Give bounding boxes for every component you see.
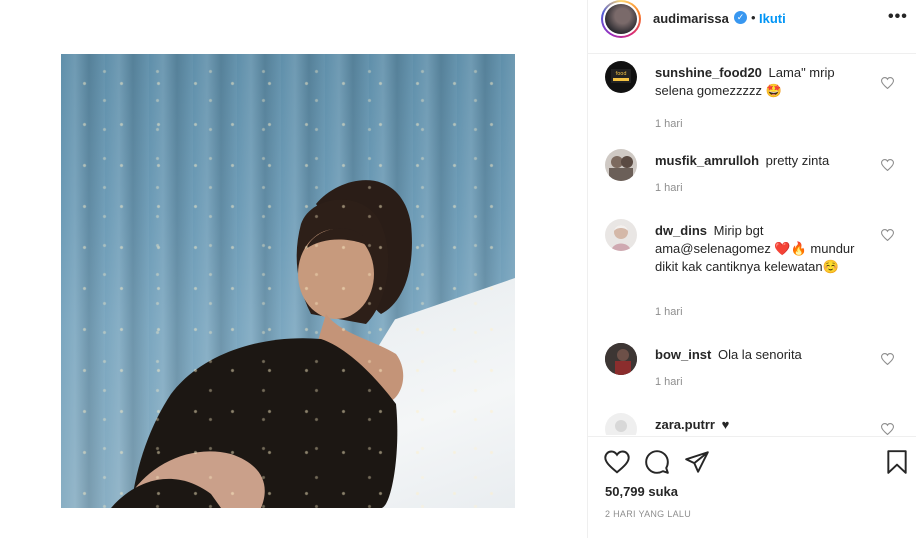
- commenter-username[interactable]: bow_inst: [655, 347, 711, 362]
- photo-sparkles: [61, 54, 515, 508]
- comment-like-heart-icon[interactable]: [881, 159, 894, 171]
- comment-text: Ola la senorita: [717, 347, 802, 362]
- comment-time[interactable]: 1 hari: [655, 376, 683, 388]
- heart-icon[interactable]: [604, 449, 630, 475]
- more-options-icon[interactable]: •••: [888, 8, 908, 26]
- comment-time[interactable]: 1 hari: [655, 118, 683, 130]
- commenter-avatar[interactable]: [605, 219, 637, 251]
- comment-text-block: dw_dins Mirip bgt ama@selenagomez ❤️🔥 mu…: [655, 222, 870, 276]
- post-actions-section: 50,799 suka 2 HARI YANG LALU: [588, 436, 916, 538]
- comment-bubble-icon[interactable]: [644, 449, 670, 475]
- post-header: audimarissa ✓ • Ikuti •••: [588, 0, 916, 54]
- comment-text: pretty zinta: [765, 153, 830, 168]
- commenter-avatar[interactable]: [605, 343, 637, 375]
- comment-text-block: bow_inst Ola la senorita: [655, 346, 870, 364]
- comment-like-heart-icon[interactable]: [881, 229, 894, 241]
- comment-like-heart-icon[interactable]: [881, 77, 894, 89]
- paper-plane-icon[interactable]: [684, 449, 710, 475]
- likes-count[interactable]: 50,799 suka: [605, 484, 678, 499]
- follow-button[interactable]: Ikuti: [759, 11, 786, 26]
- post-date[interactable]: 2 HARI YANG LALU: [605, 509, 691, 519]
- comment-like-heart-icon[interactable]: [881, 353, 894, 365]
- commenter-username[interactable]: sunshine_food20: [655, 65, 762, 80]
- commenter-username[interactable]: musfik_amrulloh: [655, 153, 759, 168]
- bookmark-icon[interactable]: [884, 449, 910, 475]
- header-separator: •: [751, 10, 756, 25]
- comment-time[interactable]: 1 hari: [655, 306, 683, 318]
- commenter-username[interactable]: zara.putrr: [655, 417, 715, 432]
- commenter-avatar[interactable]: [605, 413, 637, 435]
- comment-text-block: zara.putrr ♥: [655, 416, 870, 434]
- commenter-avatar[interactable]: food: [605, 61, 637, 93]
- svg-text:food: food: [615, 71, 626, 77]
- comment-time[interactable]: 1 hari: [655, 182, 683, 194]
- author-avatar[interactable]: [601, 0, 641, 38]
- comment-like-heart-icon[interactable]: [881, 423, 894, 435]
- post-details-panel: audimarissa ✓ • Ikuti ••• food sunshine_…: [587, 0, 916, 538]
- commenter-avatar[interactable]: [605, 149, 637, 181]
- comment-text: ♥: [721, 417, 730, 432]
- comment-text-block: musfik_amrulloh pretty zinta: [655, 152, 870, 170]
- comments-list[interactable]: food sunshine_food20 Lama" mrip selena g…: [588, 55, 916, 435]
- post-photo[interactable]: [61, 54, 515, 508]
- commenter-username[interactable]: dw_dins: [655, 223, 707, 238]
- post-media-pane: [0, 0, 587, 538]
- comment-text-block: sunshine_food20 Lama" mrip selena gomezz…: [655, 64, 870, 100]
- author-username[interactable]: audimarissa: [653, 11, 729, 26]
- verified-badge-icon: ✓: [734, 11, 747, 24]
